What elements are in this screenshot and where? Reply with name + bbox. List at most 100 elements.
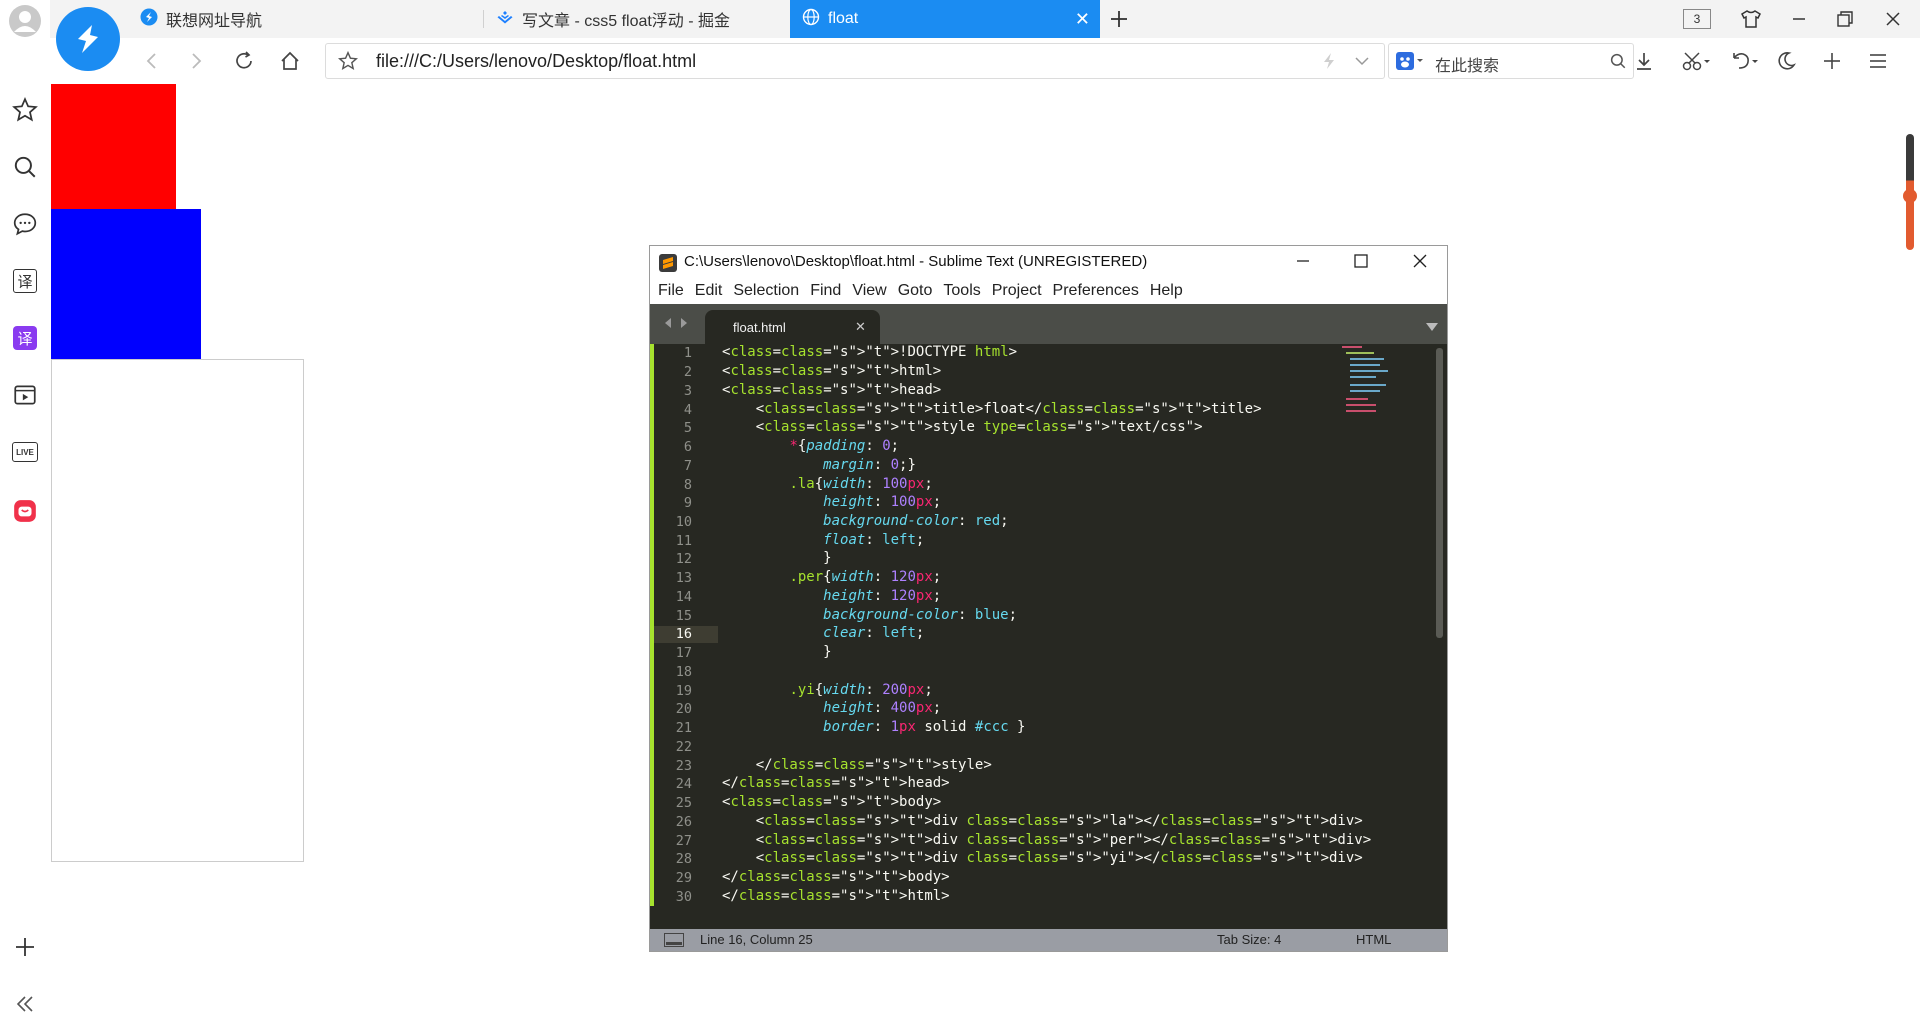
code-line-current: clear: left; — [823, 625, 925, 641]
add-icon[interactable] — [8, 930, 42, 964]
shirt-icon[interactable] — [1740, 8, 1762, 35]
tab-favicon-icon — [140, 8, 158, 31]
code-line: </class=class="s">"t">html> — [722, 888, 950, 904]
line-number: 3 — [683, 383, 692, 399]
file-tab-close-icon[interactable]: ✕ — [855, 319, 866, 335]
minimize-icon[interactable] — [1788, 8, 1810, 35]
video-icon[interactable] — [8, 378, 42, 412]
chevron-down-icon[interactable] — [1354, 53, 1370, 74]
chat-icon[interactable] — [8, 207, 42, 241]
code-line: <class=class="s">"t">div class=class="s"… — [722, 850, 1363, 866]
red-box-la — [51, 84, 176, 209]
browser-sidebar: 译 译 LIVE — [0, 0, 50, 1028]
blue-box-per — [51, 209, 201, 359]
line-number: 28 — [675, 851, 692, 867]
sublime-file-tab[interactable]: float.html ✕ — [705, 310, 880, 344]
browser-logo-icon[interactable] — [56, 7, 120, 71]
sublime-close-icon[interactable] — [1410, 251, 1430, 276]
menu-help[interactable]: Help — [1150, 282, 1183, 300]
menu-file[interactable]: File — [658, 282, 684, 300]
translate-purple-label: 译 — [13, 326, 37, 350]
sublime-minimize-icon[interactable] — [1293, 251, 1313, 276]
line-number: 13 — [675, 570, 692, 586]
tab-close-icon[interactable]: ✕ — [1075, 9, 1090, 30]
sublime-logo-icon — [659, 254, 677, 277]
add-icon[interactable] — [1814, 38, 1850, 84]
menu-icon[interactable] — [1860, 38, 1896, 84]
search-engine-icon[interactable] — [1395, 51, 1425, 76]
reload-icon[interactable] — [226, 38, 262, 84]
tab-dropdown-icon[interactable] — [1425, 319, 1439, 337]
undo-icon[interactable] — [1722, 38, 1766, 84]
tab-nav-arrows-icon[interactable] — [662, 316, 692, 335]
address-bar[interactable]: file:///C:/Users/lenovo/Desktop/float.ht… — [325, 43, 1385, 79]
menu-selection[interactable]: Selection — [733, 282, 799, 300]
line-number: 15 — [675, 608, 692, 624]
back-icon[interactable] — [134, 38, 170, 84]
menu-tools[interactable]: Tools — [943, 282, 980, 300]
line-number: 2 — [683, 364, 692, 380]
line-number: 4 — [683, 402, 692, 418]
translate-purple-icon[interactable]: 译 — [8, 321, 42, 355]
line-number: 29 — [675, 870, 692, 886]
tab-float[interactable]: float ✕ — [790, 0, 1100, 38]
avatar-icon[interactable] — [8, 4, 42, 38]
code-line: .la{width: 100px; — [789, 476, 933, 492]
search-icon[interactable] — [8, 150, 42, 184]
sublime-title: C:\Users\lenovo\Desktop\float.html - Sub… — [684, 253, 1148, 270]
search-box[interactable]: 在此搜索 — [1388, 43, 1634, 79]
tab-juejin[interactable]: 写文章 - css5 float浮动 - 掘金 — [484, 0, 790, 38]
star-icon[interactable] — [8, 93, 42, 127]
code-line: *{padding: 0; — [789, 438, 900, 454]
syntax-indicator[interactable]: HTML — [1356, 932, 1391, 947]
tab-strip: 联想网址导航 写文章 - css5 float浮动 - 掘金 float ✕ 3 — [50, 0, 1920, 71]
home-icon[interactable] — [272, 38, 308, 84]
code-line: </class=class="s">"t">body> — [722, 869, 950, 885]
code-line: <class=class="s">"t">!DOCTYPE html> — [722, 344, 1018, 360]
screenshot-icon[interactable] — [1674, 38, 1718, 84]
code-line: height: 400px; — [823, 700, 942, 716]
night-mode-icon[interactable] — [1768, 38, 1804, 84]
code-line: <class=class="s">"t">head> — [722, 382, 942, 398]
sublime-window: C:\Users\lenovo\Desktop\float.html - Sub… — [649, 245, 1448, 952]
sublime-menubar: File Edit Selection Find View Goto Tools… — [650, 277, 1447, 304]
menu-view[interactable]: View — [852, 282, 886, 300]
restore-icon[interactable] — [1834, 8, 1856, 35]
sublime-titlebar[interactable]: C:\Users\lenovo\Desktop\float.html - Sub… — [650, 246, 1447, 277]
sublime-maximize-icon[interactable] — [1351, 251, 1371, 276]
live-icon[interactable]: LIVE — [8, 435, 42, 469]
close-window-icon[interactable] — [1882, 8, 1904, 35]
tab-lenovo-nav[interactable]: 联想网址导航 — [128, 0, 483, 38]
lightning-icon[interactable] — [1321, 52, 1337, 75]
forward-icon[interactable] — [178, 38, 214, 84]
menu-goto[interactable]: Goto — [898, 282, 933, 300]
line-number: 23 — [675, 758, 692, 774]
search-input[interactable]: 在此搜索 — [1435, 52, 1499, 76]
scroll-gauge-handle[interactable] — [1903, 189, 1917, 203]
line-number: 12 — [675, 551, 692, 567]
collapse-icon[interactable] — [8, 987, 42, 1021]
tab-count-badge[interactable]: 3 — [1683, 9, 1711, 29]
menu-edit[interactable]: Edit — [695, 282, 723, 300]
code-line: background-color: red; — [823, 513, 1009, 529]
tab-size-indicator[interactable]: Tab Size: 4 — [1217, 932, 1281, 947]
line-number: 26 — [675, 814, 692, 830]
editor-scrollbar[interactable] — [1436, 348, 1443, 638]
translate-icon[interactable]: 译 — [8, 264, 42, 298]
menu-project[interactable]: Project — [992, 282, 1042, 300]
search-icon[interactable] — [1609, 52, 1627, 75]
sublime-editor[interactable]: 1 2 3 4 5 6 7 8 9 10 11 12 13 14 15 16 1… — [650, 344, 1447, 929]
line-gutter: 1 2 3 4 5 6 7 8 9 10 11 12 13 14 15 16 1… — [650, 344, 716, 929]
menu-preferences[interactable]: Preferences — [1053, 282, 1139, 300]
panel-toggle-icon[interactable] — [664, 933, 684, 950]
line-number: 10 — [675, 514, 692, 530]
code-line: height: 100px; — [823, 494, 942, 510]
new-tab-icon[interactable] — [1105, 5, 1133, 33]
minimap[interactable] — [1342, 344, 1402, 424]
url-text[interactable]: file:///C:/Users/lenovo/Desktop/float.ht… — [376, 51, 696, 72]
menu-find[interactable]: Find — [810, 282, 841, 300]
app-icon[interactable] — [8, 494, 42, 528]
bookmark-star-icon[interactable] — [337, 50, 359, 76]
code-line: .per{width: 120px; — [789, 569, 942, 585]
line-number: 9 — [683, 495, 692, 511]
